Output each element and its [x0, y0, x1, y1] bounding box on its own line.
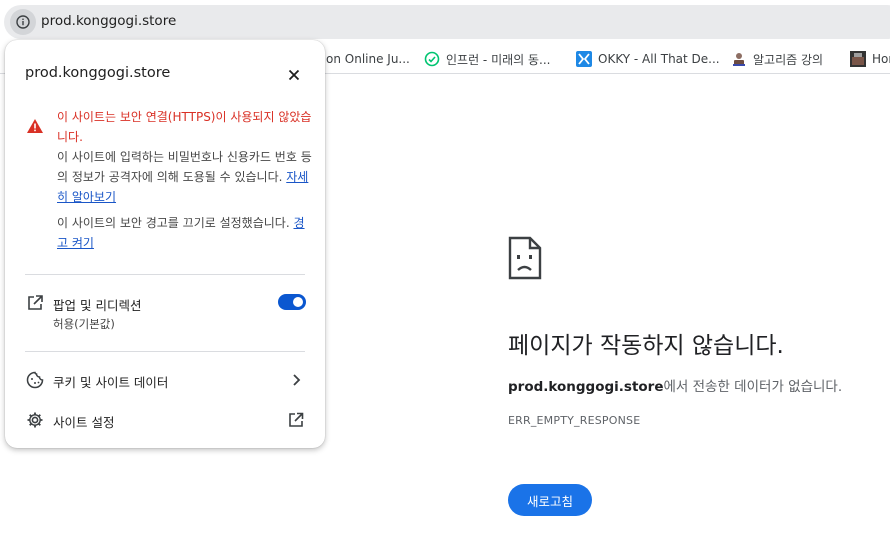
error-code: ERR_EMPTY_RESPONSE	[508, 414, 641, 427]
open-in-new-icon	[288, 412, 304, 428]
open-in-new-icon	[26, 294, 44, 312]
bookmark-label: Hor	[872, 52, 890, 66]
bookmark-hor[interactable]: Hor	[850, 50, 890, 68]
sad-page-icon	[508, 236, 542, 280]
site-info-icon[interactable]	[10, 9, 36, 35]
warning-icon	[26, 118, 44, 134]
bookmark-algorithm[interactable]: 알고리즘 강의	[731, 50, 823, 68]
omnibox[interactable]: prod.konggogi.store	[4, 5, 890, 39]
bookmark-okky[interactable]: OKKY - All That De...	[576, 50, 720, 68]
bookmark-label: on Online Ju...	[326, 52, 410, 66]
warning-heading: 이 사이트는 보안 연결(HTTPS)이 사용되지 않았습니다.	[57, 110, 312, 144]
hor-icon	[850, 51, 866, 67]
bookmark-label: OKKY - All That De...	[598, 52, 720, 66]
error-description-suffix: 에서 전송한 데이터가 없습니다.	[663, 379, 843, 395]
security-warning: 이 사이트는 보안 연결(HTTPS)이 사용되지 않았습니다. 이 사이트에 …	[57, 107, 312, 207]
chevron-right-icon	[288, 372, 304, 388]
popups-label: 팝업 및 리디렉션	[53, 298, 142, 313]
bookmark-online-judge[interactable]: on Online Ju...	[326, 50, 410, 68]
error-host: prod.konggogi.store	[508, 379, 664, 395]
address-bar-area: prod.konggogi.store	[0, 0, 890, 44]
bookmark-inflearn[interactable]: 인프런 - 미래의 동...	[424, 50, 551, 68]
warning-body: 이 사이트에 입력하는 비밀번호나 신용카드 번호 등의 정보가 공격자에 의해…	[57, 147, 312, 207]
error-description: prod.konggogi.store에서 전송한 데이터가 없습니다.	[508, 375, 842, 395]
bookmark-label: 인프런 - 미래의 동...	[446, 52, 551, 67]
site-settings-label: 사이트 설정	[53, 415, 115, 430]
divider	[25, 351, 305, 352]
popup-title: prod.konggogi.store	[25, 65, 171, 81]
divider	[25, 274, 305, 275]
cookie-icon	[26, 371, 44, 389]
warning-off-text: 이 사이트의 보안 경고를 끄기로 설정했습니다.	[57, 216, 290, 230]
reload-button[interactable]: 새로고침	[508, 484, 592, 516]
error-title: 페이지가 작동하지 않습니다.	[508, 333, 784, 359]
cookies-label: 쿠키 및 사이트 데이터	[53, 375, 169, 390]
okky-icon	[576, 51, 592, 67]
gear-icon	[26, 411, 44, 429]
algorithm-icon	[731, 51, 747, 67]
warning-body-text: 이 사이트에 입력하는 비밀번호나 신용카드 번호 등의 정보가 공격자에 의해…	[57, 150, 312, 184]
url-text[interactable]: prod.konggogi.store	[41, 13, 176, 29]
bookmark-label: 알고리즘 강의	[753, 52, 824, 67]
inflearn-icon	[424, 51, 440, 67]
popups-toggle[interactable]	[278, 294, 306, 310]
warning-off-notice: 이 사이트의 보안 경고를 끄기로 설정했습니다. 경고 켜기	[57, 213, 312, 253]
close-icon[interactable]	[283, 64, 305, 86]
site-info-popup: prod.konggogi.store 이 사이트는 보안 연결(HTTPS)이…	[5, 40, 325, 448]
popups-sub: 허용(기본값)	[53, 317, 115, 331]
toggle-knob	[293, 297, 303, 307]
